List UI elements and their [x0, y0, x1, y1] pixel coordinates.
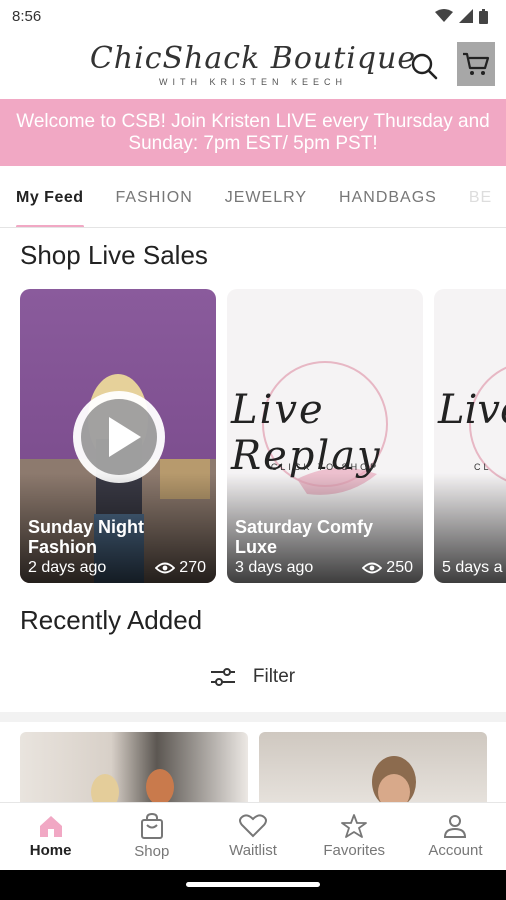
section-title-live: Shop Live Sales: [20, 240, 208, 270]
view-count-value: 250: [386, 559, 413, 576]
card-title: Saturday Comfy Luxe: [235, 517, 374, 557]
tab-jewelry[interactable]: JEWELRY: [225, 176, 307, 227]
search-icon: [411, 53, 438, 80]
card-date: 2 days ago: [28, 559, 107, 576]
card-date: 5 days a: [442, 559, 503, 576]
nav-shop[interactable]: Shop: [101, 803, 202, 870]
shopping-bag-icon: [140, 813, 163, 839]
cart-icon: [463, 52, 490, 75]
tab-my-feed[interactable]: My Feed: [16, 176, 84, 227]
nav-account[interactable]: Account: [405, 803, 506, 870]
bottom-navigation: Home Shop Waitlist Favorites Account: [0, 802, 506, 870]
eye-icon: [155, 562, 176, 574]
system-navigation-bar: [0, 870, 506, 900]
cart-button[interactable]: [457, 42, 495, 86]
product-card[interactable]: [259, 732, 487, 802]
promo-banner[interactable]: Welcome to CSB! Join Kristen LIVE every …: [0, 99, 506, 166]
nav-label: Favorites: [323, 842, 386, 859]
play-icon[interactable]: [69, 387, 169, 487]
tab-fashion[interactable]: FASHION: [116, 176, 193, 227]
recent-products-grid: [20, 732, 506, 802]
nav-waitlist[interactable]: Waitlist: [202, 803, 303, 870]
status-bar: 8:56: [0, 0, 506, 32]
live-sale-card[interactable]: Live Replay CLICK TO SHOP Saturday Comfy…: [227, 289, 423, 583]
view-count-value: 270: [179, 559, 206, 576]
product-card[interactable]: [20, 732, 248, 802]
nav-home[interactable]: Home: [0, 803, 101, 870]
artwork-subtitle: CLICK TO SHOP: [270, 462, 380, 472]
nav-label: Account: [428, 842, 483, 859]
logo-subtitle: WITH KRISTEN KEECH: [158, 76, 347, 87]
category-tabs: My Feed FASHION JEWELRY HANDBAGS BE: [0, 176, 506, 228]
view-count: 270: [155, 559, 206, 577]
logo-script: ChicShack Boutique: [89, 40, 417, 76]
card-title: Sunday Night Fashion: [28, 517, 144, 557]
home-gesture-handle[interactable]: [186, 882, 320, 887]
filter-label: Filter: [252, 666, 296, 687]
star-icon: [341, 814, 368, 838]
brand-logo[interactable]: ChicShack Boutique WITH KRISTEN KEECH: [89, 40, 417, 87]
live-sale-card[interactable]: Live CL 5 days a: [434, 289, 506, 583]
filter-icon: [210, 668, 235, 686]
section-divider: [0, 712, 506, 722]
artwork-title: Live: [438, 387, 506, 433]
nav-label: Shop: [134, 843, 170, 860]
nav-favorites[interactable]: Favorites: [304, 803, 405, 870]
nav-label: Home: [29, 842, 72, 859]
view-count: 250: [362, 559, 413, 577]
home-icon: [39, 816, 62, 837]
section-title-recent: Recently Added: [20, 605, 203, 635]
filter-button[interactable]: Filter: [0, 660, 506, 694]
tab-beauty[interactable]: BE: [469, 176, 492, 227]
artwork-subtitle: CL: [474, 462, 492, 472]
battery-icon: [479, 8, 488, 24]
live-sale-card[interactable]: Sunday Night Fashion 2 days ago 270: [20, 289, 216, 583]
wifi-icon: [435, 9, 453, 22]
live-sales-carousel[interactable]: Sunday Night Fashion 2 days ago 270 Live…: [20, 289, 506, 583]
status-time: 8:56: [12, 7, 42, 25]
search-button[interactable]: [408, 50, 442, 84]
heart-icon: [239, 814, 267, 838]
app-header: ChicShack Boutique WITH KRISTEN KEECH: [0, 32, 506, 98]
nav-label: Waitlist: [229, 842, 277, 859]
eye-icon: [362, 562, 383, 574]
product-image: [91, 769, 174, 802]
card-date: 3 days ago: [235, 559, 314, 576]
signal-icon: [459, 9, 473, 23]
tab-handbags[interactable]: HANDBAGS: [339, 176, 437, 227]
person-icon: [444, 815, 467, 838]
product-image: [372, 756, 416, 802]
